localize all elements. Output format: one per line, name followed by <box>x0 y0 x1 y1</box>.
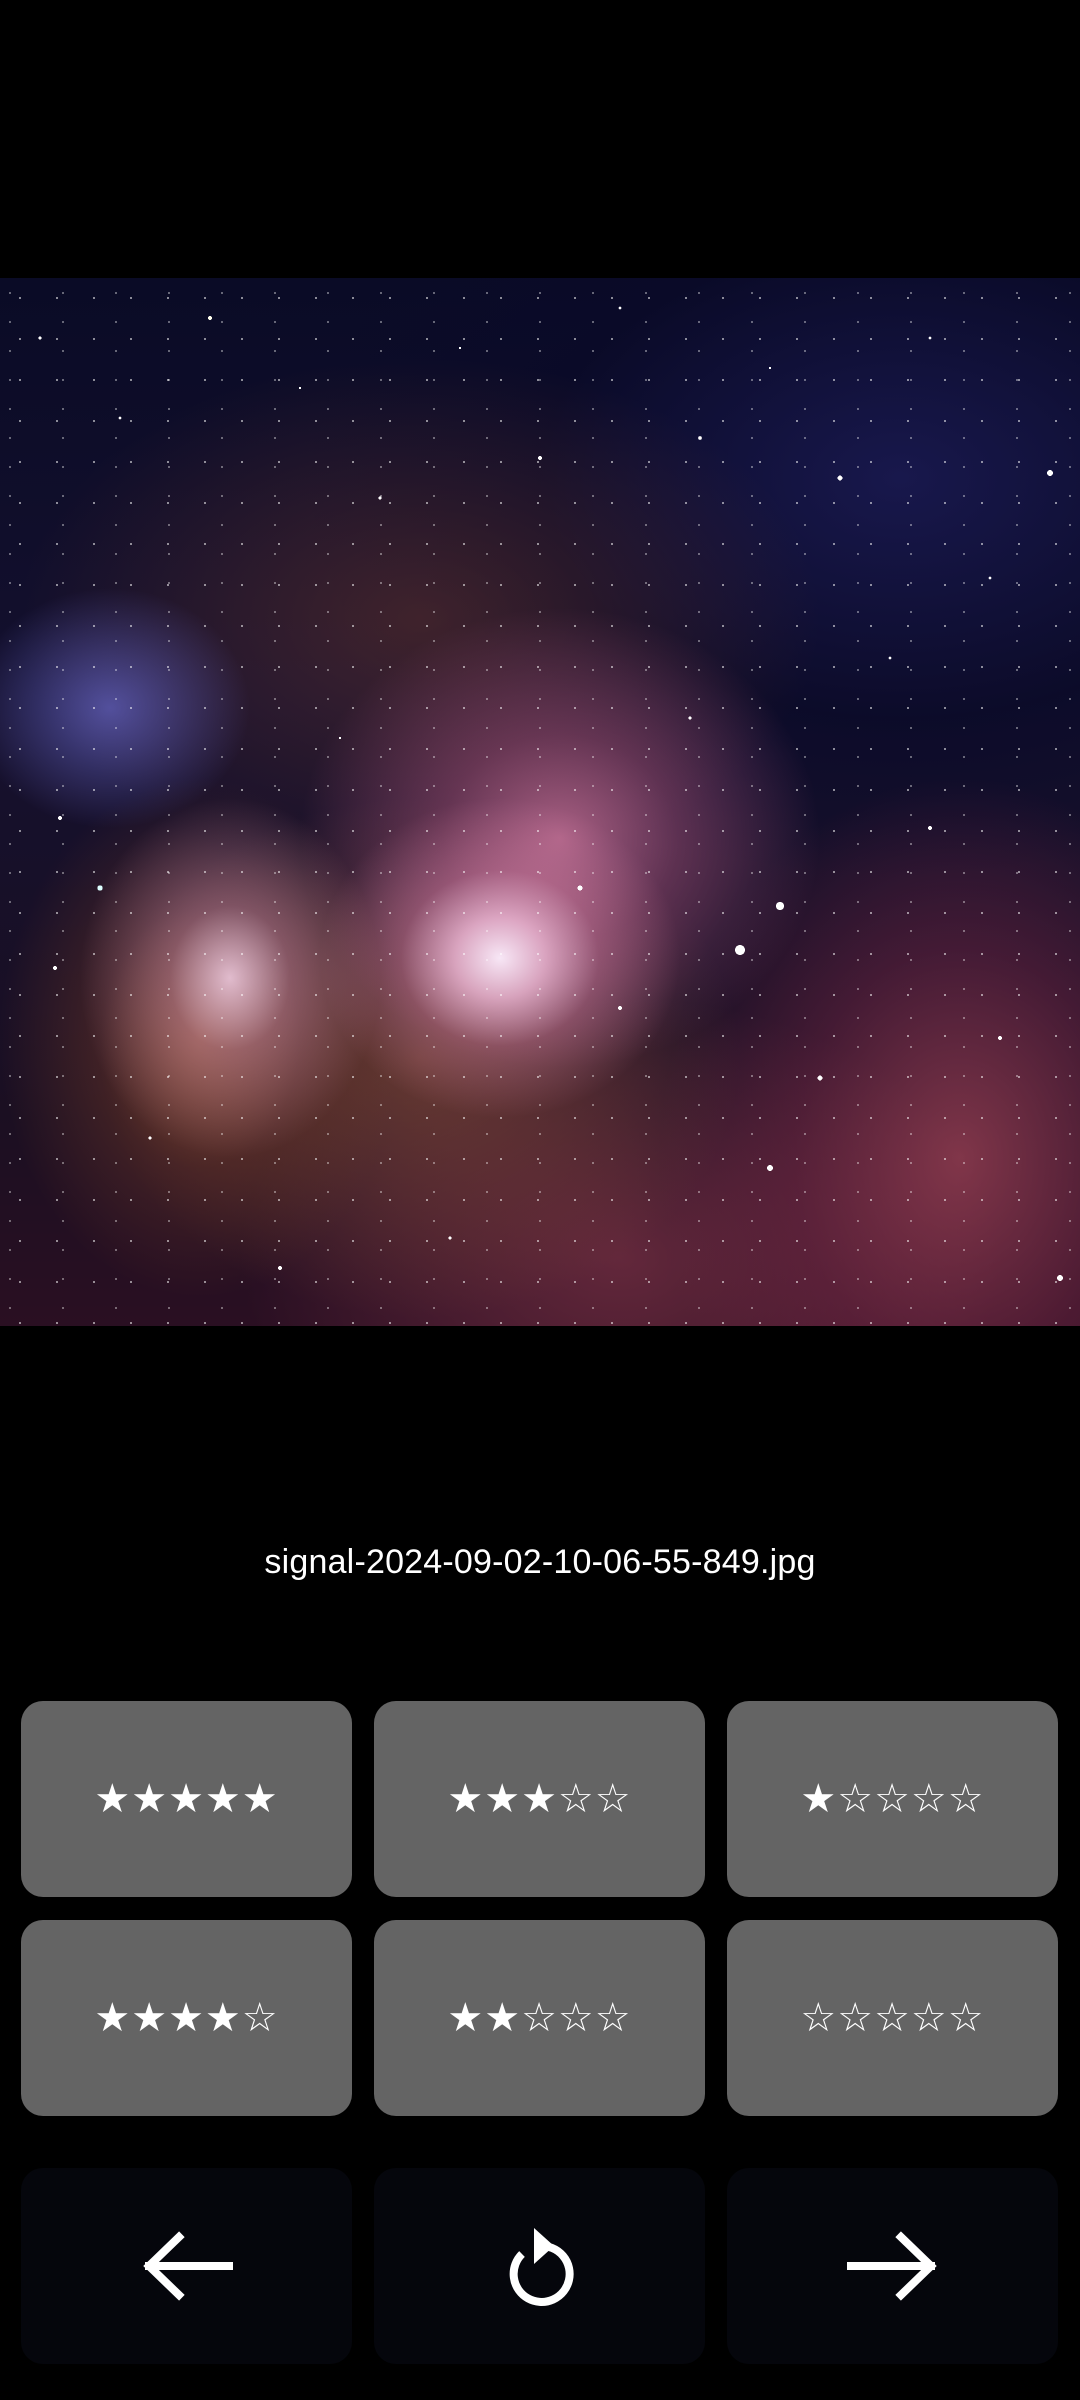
photo-bright-stars <box>0 278 1080 1326</box>
rating-row-2: ★★★★☆ ★★☆☆☆ ☆☆☆☆☆ <box>21 1920 1059 2116</box>
previous-button[interactable] <box>21 2168 352 2364</box>
undo-button[interactable] <box>374 2168 705 2364</box>
file-name-label: signal-2024-09-02-10-06-55-849.jpg <box>264 1543 816 1581</box>
rotate-ccw-icon <box>509 2228 574 2306</box>
photo-rating-screen: signal-2024-09-02-10-06-55-849.jpg ★★★★★… <box>0 0 1080 2400</box>
arrow-left-icon <box>142 2231 233 2301</box>
rate-4-stars-button[interactable]: ★★★★☆ <box>21 1920 352 2116</box>
rate-3-stars-button[interactable]: ★★★☆☆ <box>374 1701 705 1897</box>
rating-row-1: ★★★★★ ★★★☆☆ ★☆☆☆☆ <box>21 1701 1059 1897</box>
rate-2-stars-button[interactable]: ★★☆☆☆ <box>374 1920 705 2116</box>
navigation-row <box>21 2168 1059 2364</box>
rate-1-star-button[interactable]: ★☆☆☆☆ <box>727 1701 1058 1897</box>
arrow-right-icon <box>846 2231 937 2301</box>
next-button[interactable] <box>727 2168 1058 2364</box>
rate-5-stars-button[interactable]: ★★★★★ <box>21 1701 352 1897</box>
rate-0-stars-button[interactable]: ☆☆☆☆☆ <box>727 1920 1058 2116</box>
photo-preview <box>0 278 1080 1326</box>
